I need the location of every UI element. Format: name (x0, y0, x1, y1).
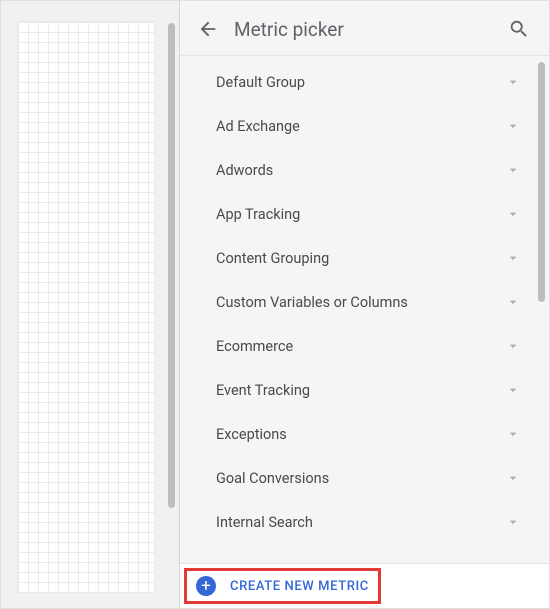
group-list: Default Group Ad Exchange Adwords App Tr… (180, 56, 549, 563)
panel-title: Metric picker (220, 18, 507, 41)
chevron-down-icon (505, 426, 521, 442)
group-label: Default Group (216, 74, 505, 91)
plus-icon: + (196, 576, 216, 596)
group-label: App Tracking (216, 206, 505, 223)
group-item-event-tracking[interactable]: Event Tracking (180, 368, 549, 412)
chevron-down-icon (505, 206, 521, 222)
chevron-down-icon (505, 74, 521, 90)
group-item-custom-variables[interactable]: Custom Variables or Columns (180, 280, 549, 324)
group-item-content-grouping[interactable]: Content Grouping (180, 236, 549, 280)
back-arrow-icon[interactable] (196, 17, 220, 41)
group-item-exceptions[interactable]: Exceptions (180, 412, 549, 456)
panel-header: Metric picker (180, 1, 549, 55)
report-canvas[interactable] (17, 21, 155, 593)
group-label: Goal Conversions (216, 470, 505, 487)
chevron-down-icon (505, 162, 521, 178)
group-label: Internal Search (216, 514, 505, 531)
group-item-goal-conversions[interactable]: Goal Conversions (180, 456, 549, 500)
chevron-down-icon (505, 250, 521, 266)
chevron-down-icon (505, 470, 521, 486)
metric-picker-panel: Metric picker Default Group Ad Exchange … (179, 1, 549, 608)
group-item-internal-search[interactable]: Internal Search (180, 500, 549, 544)
group-label: Custom Variables or Columns (216, 294, 505, 311)
group-item-ad-exchange[interactable]: Ad Exchange (180, 104, 549, 148)
panel-body: Default Group Ad Exchange Adwords App Tr… (180, 55, 549, 563)
group-item-adwords[interactable]: Adwords (180, 148, 549, 192)
group-label: Ecommerce (216, 338, 505, 355)
group-label: Adwords (216, 162, 505, 179)
group-label: Content Grouping (216, 250, 505, 267)
create-new-metric-button[interactable]: + CREATE NEW METRIC (186, 570, 379, 602)
search-icon[interactable] (507, 17, 531, 41)
chevron-down-icon (505, 118, 521, 134)
canvas-area (1, 1, 179, 608)
scrollbar[interactable] (168, 23, 175, 508)
create-new-metric-label: CREATE NEW METRIC (230, 579, 369, 594)
group-label: Ad Exchange (216, 118, 505, 135)
group-label: Exceptions (216, 426, 505, 443)
scrollbar[interactable] (538, 62, 545, 302)
chevron-down-icon (505, 294, 521, 310)
chevron-down-icon (505, 514, 521, 530)
group-label: Event Tracking (216, 382, 505, 399)
group-item-ecommerce[interactable]: Ecommerce (180, 324, 549, 368)
chevron-down-icon (505, 338, 521, 354)
group-item-default-group[interactable]: Default Group (180, 60, 549, 104)
group-item-app-tracking[interactable]: App Tracking (180, 192, 549, 236)
chevron-down-icon (505, 382, 521, 398)
panel-footer: + CREATE NEW METRIC (180, 563, 549, 608)
